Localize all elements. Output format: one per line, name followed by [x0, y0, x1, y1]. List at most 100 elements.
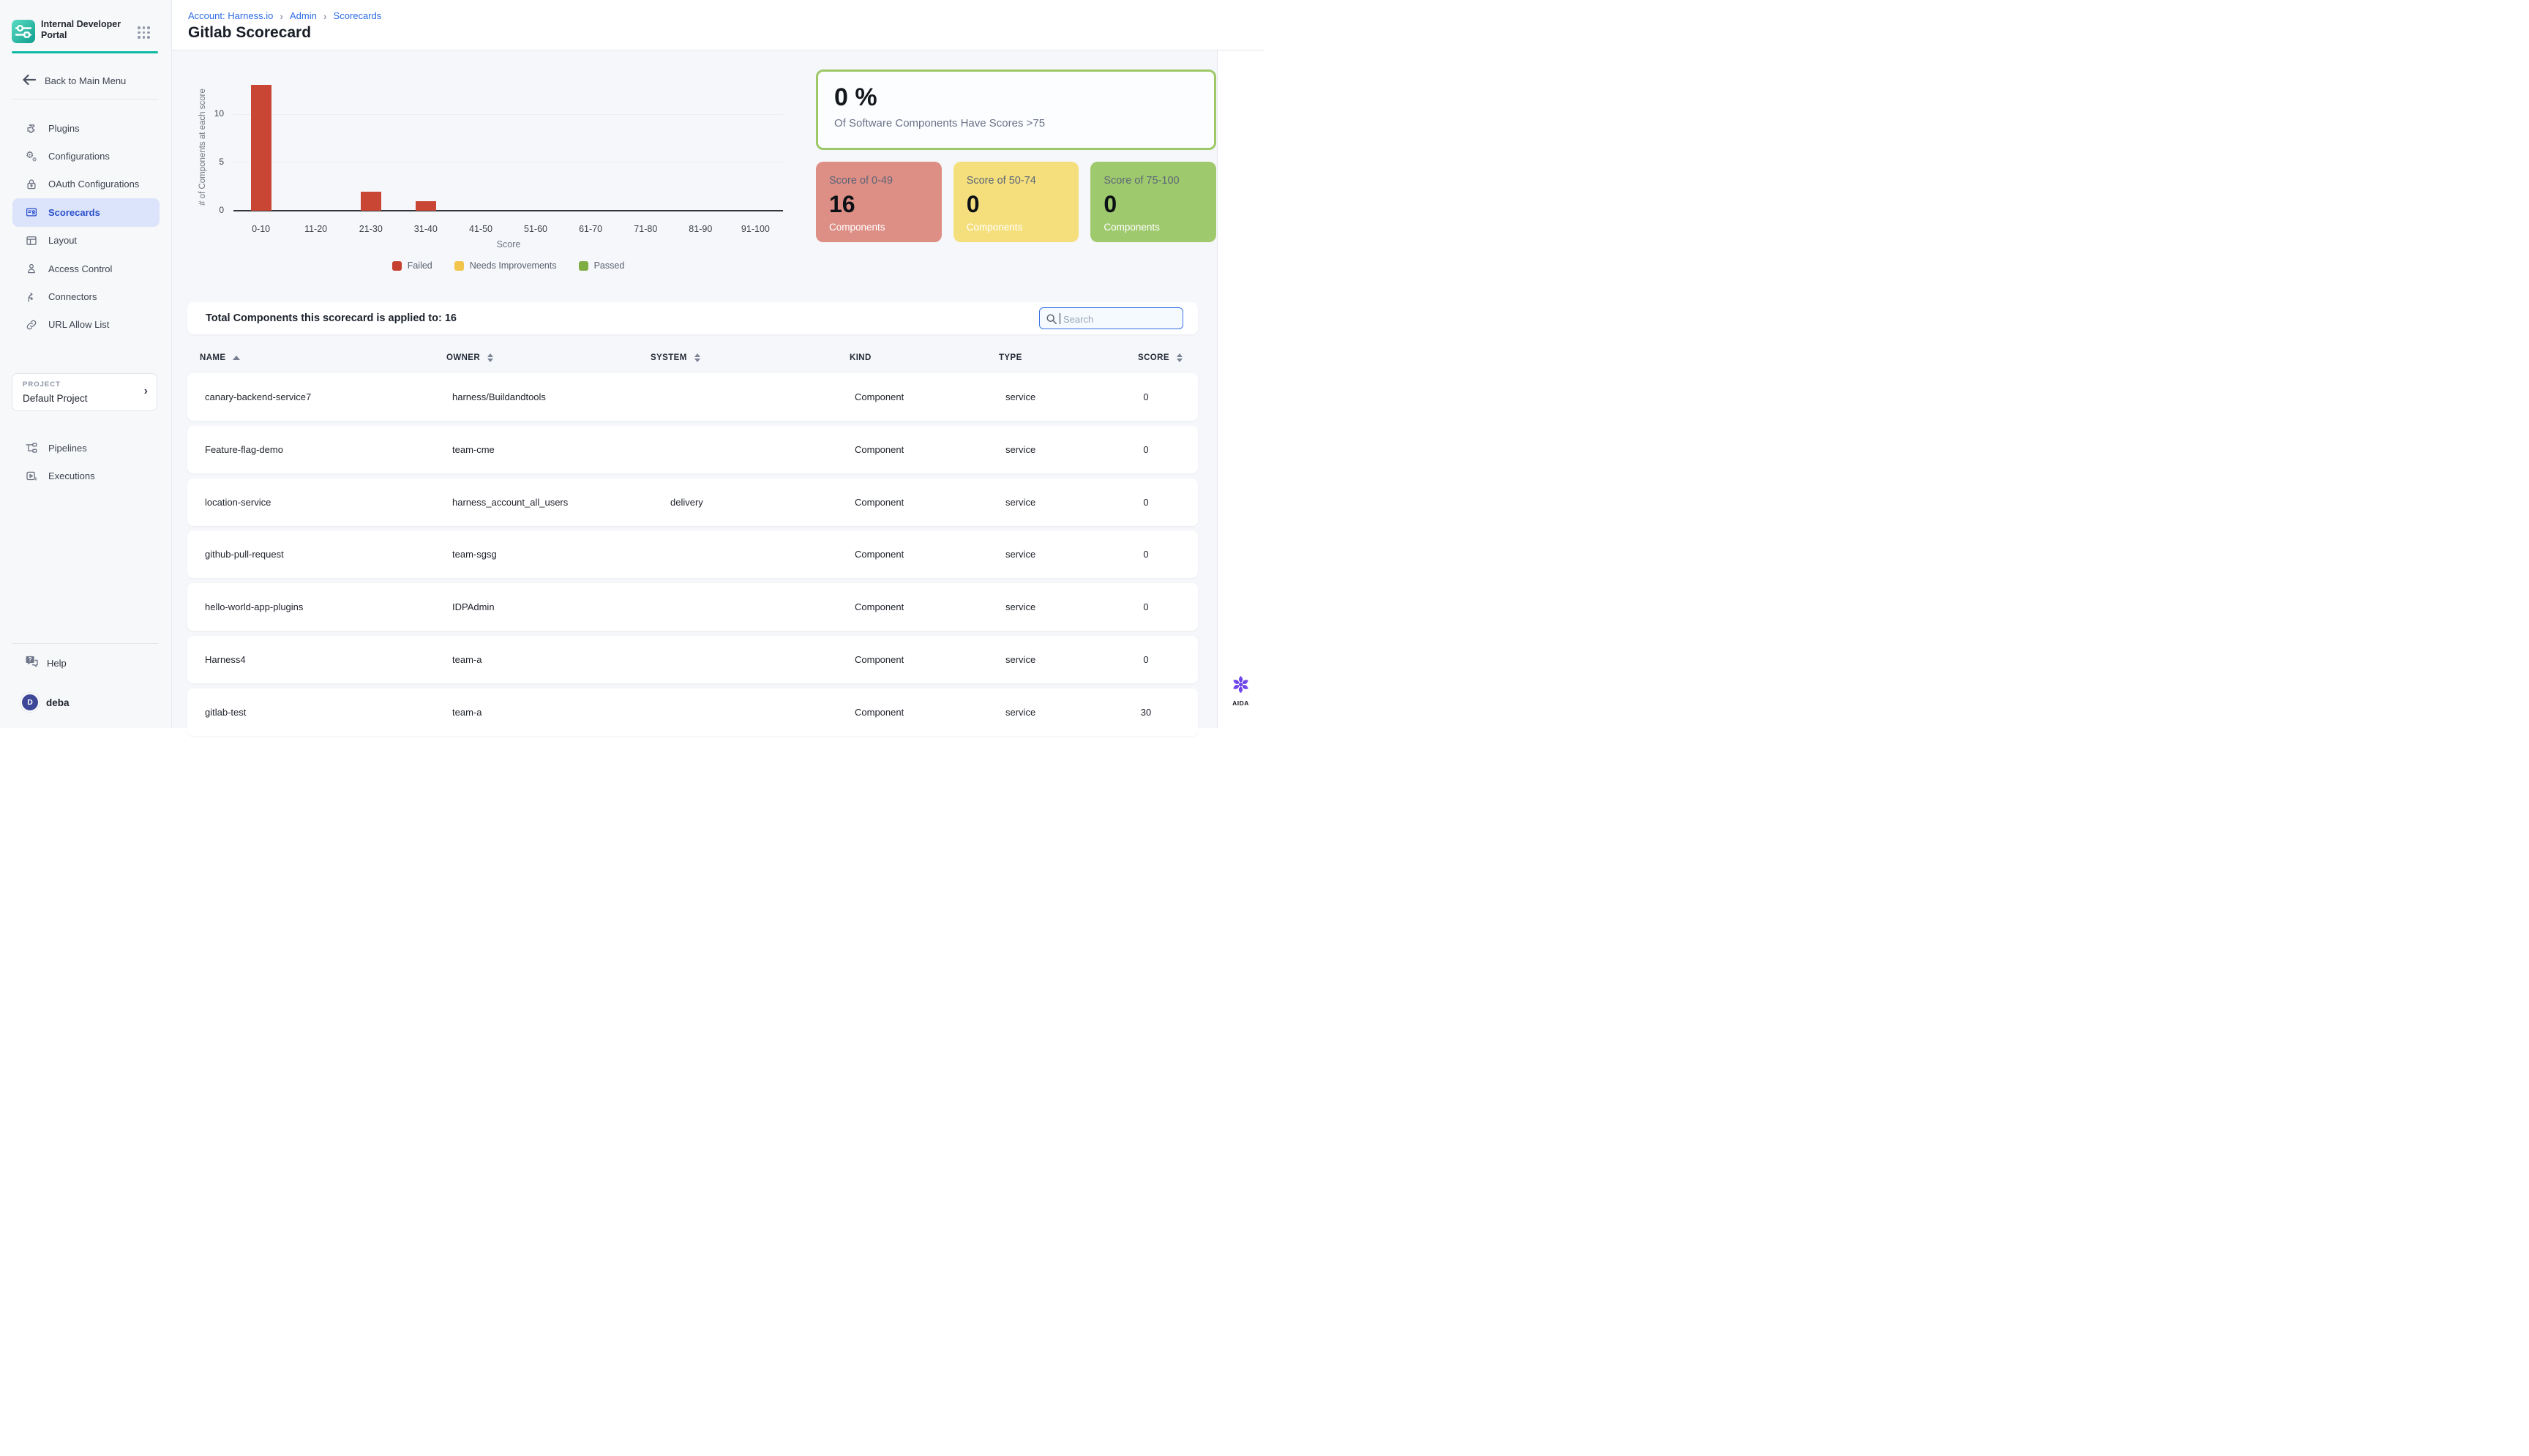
score-range-label: Score of 75-100 — [1104, 175, 1179, 187]
table-row-location-service[interactable]: location-service harness_account_all_user… — [187, 479, 1198, 526]
sidebar-item-configurations[interactable]: ⚙⚙Configurations — [0, 142, 172, 170]
search-icon — [1046, 313, 1057, 325]
table-header: NAME OWNER SYSTEM KIND TYPE SCORE — [187, 349, 1198, 367]
cell-score: 0 — [1131, 479, 1161, 526]
cell-name: hello-world-app-plugins — [205, 583, 303, 631]
search-field[interactable] — [1062, 309, 1178, 329]
x-tick-label: 51-60 — [509, 224, 562, 234]
cell-kind: Component — [855, 636, 904, 683]
score-range-card-1: Score of 50-74 0 Components — [953, 162, 1079, 242]
legend-item: Failed — [392, 260, 432, 271]
svg-text:⚙: ⚙ — [32, 157, 37, 163]
table-row-gitlab-test[interactable]: gitlab-testteam-aComponentservice30 — [187, 688, 1198, 736]
idp-logo-icon — [12, 20, 35, 43]
cell-type: service — [1005, 479, 1035, 526]
y-tick-label: 5 — [195, 157, 224, 167]
cell-owner: IDPAdmin — [452, 583, 495, 631]
arrow-left-icon — [22, 74, 37, 88]
project-selector[interactable]: PROJECT Default Project › — [12, 373, 157, 411]
breadcrumb-link[interactable]: Admin — [290, 10, 317, 21]
chevron-right-icon: › — [144, 385, 148, 398]
sidebar-item-label: Layout — [48, 235, 77, 246]
page-header: Account: Harness.io›Admin›Scorecards Git… — [172, 0, 1264, 50]
column-header-system[interactable]: SYSTEM — [651, 349, 700, 367]
back-to-main-menu-label: Back to Main Menu — [45, 75, 126, 86]
breadcrumb-link[interactable]: Scorecards — [334, 10, 382, 21]
lock-icon — [25, 178, 38, 191]
user-name: deba — [46, 697, 70, 708]
cell-owner: team-cme — [452, 426, 495, 473]
sidebar-item-connectors[interactable]: Connectors — [0, 282, 172, 310]
scorecard-icon — [25, 206, 38, 219]
table-row-github-pull-request[interactable]: github-pull-requestteam-sgsgComponentser… — [187, 530, 1198, 578]
y-axis-label: # of Components at each score — [198, 45, 207, 249]
sidebar-item-oauth-configurations[interactable]: OAuth Configurations — [0, 170, 172, 198]
sidebar-item-plugins[interactable]: Plugins — [0, 114, 172, 142]
person-icon — [25, 262, 38, 275]
score-range-caption: Components — [829, 222, 885, 233]
legend-label: Failed — [408, 260, 432, 271]
score-range-label: Score of 50-74 — [967, 175, 1036, 187]
layout-icon — [25, 234, 38, 247]
x-axis-line — [233, 210, 783, 211]
search-input[interactable] — [1039, 307, 1183, 329]
score-range-caption: Components — [1104, 222, 1160, 233]
legend-label: Passed — [594, 260, 625, 271]
chevron-right-icon: › — [323, 11, 327, 21]
cell-score: 0 — [1131, 426, 1161, 473]
cell-owner: harness_account_all_users — [452, 479, 568, 526]
project-value: Default Project — [23, 393, 88, 404]
column-header-score[interactable]: SCORE — [1138, 349, 1183, 367]
column-header-label: KIND — [850, 353, 872, 362]
user-menu[interactable]: D deba — [20, 693, 70, 712]
back-to-main-menu-button[interactable]: Back to Main Menu — [22, 72, 126, 89]
score-range-value: 16 — [829, 191, 855, 218]
bar-0-10 — [251, 85, 271, 211]
cell-name: canary-backend-service7 — [205, 373, 311, 421]
cell-owner: team-a — [452, 688, 482, 736]
column-header-label: TYPE — [999, 353, 1022, 362]
aida-flower-icon — [1231, 675, 1251, 694]
legend-swatch — [454, 261, 464, 271]
table-row-hello-world-app-plugins[interactable]: hello-world-app-pluginsIDPAdminComponent… — [187, 583, 1198, 631]
cell-owner: team-a — [452, 636, 482, 683]
sidebar-item-access-control[interactable]: Access Control — [0, 255, 172, 282]
legend-swatch — [392, 261, 402, 271]
right-gutter — [1217, 50, 1264, 728]
x-tick-label: 11-20 — [290, 224, 342, 234]
sidebar-item-url-allow-list[interactable]: URL Allow List — [0, 311, 172, 339]
aida-widget[interactable]: AIDA — [1217, 675, 1264, 707]
sidebar-item-executions[interactable]: Executions — [0, 462, 172, 489]
sidebar-item-layout[interactable]: Layout — [0, 227, 172, 255]
link-icon — [25, 318, 38, 331]
help-label: Help — [47, 658, 67, 669]
sidebar-item-label: Connectors — [48, 291, 97, 302]
scores-above-75-caption: Of Software Components Have Scores >75 — [834, 117, 1045, 130]
x-tick-label: 41-50 — [454, 224, 507, 234]
sidebar-item-pipelines[interactable]: Pipelines — [0, 434, 172, 462]
table-row-Feature-flag-demo[interactable]: Feature-flag-demoteam-cmeComponentservic… — [187, 426, 1198, 473]
y-tick-label: 0 — [195, 205, 224, 215]
x-tick-label: 31-40 — [400, 224, 452, 234]
column-header-name[interactable]: NAME — [200, 349, 240, 367]
apps-grid-icon[interactable] — [138, 26, 150, 39]
table-row-canary-backend-service7[interactable]: canary-backend-service7harness/Buildandt… — [187, 373, 1198, 421]
cell-kind: Component — [855, 373, 904, 421]
help-button[interactable]: ? Help — [25, 655, 67, 671]
cell-kind: Component — [855, 426, 904, 473]
cell-type: service — [1005, 373, 1035, 421]
column-header-owner[interactable]: OWNER — [446, 349, 493, 367]
x-tick-label: 61-70 — [564, 224, 617, 234]
breadcrumb-link[interactable]: Account: Harness.io — [188, 10, 273, 21]
score-range-value: 0 — [1104, 191, 1117, 218]
sort-icon — [694, 353, 700, 363]
column-header-label: NAME — [200, 353, 225, 362]
help-chat-icon: ? — [25, 656, 39, 671]
cell-name: location-service — [205, 479, 271, 526]
cell-type: service — [1005, 688, 1035, 736]
divider — [12, 643, 158, 644]
table-row-Harness4[interactable]: Harness4team-aComponentservice0 — [187, 636, 1198, 683]
sidebar-item-scorecards[interactable]: Scorecards — [12, 198, 160, 226]
x-tick-label: 81-90 — [674, 224, 727, 234]
cell-score: 0 — [1131, 583, 1161, 631]
